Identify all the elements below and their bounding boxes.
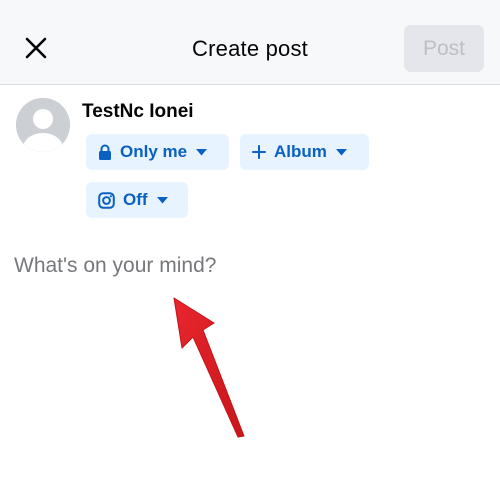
annotation-arrow bbox=[173, 297, 245, 438]
